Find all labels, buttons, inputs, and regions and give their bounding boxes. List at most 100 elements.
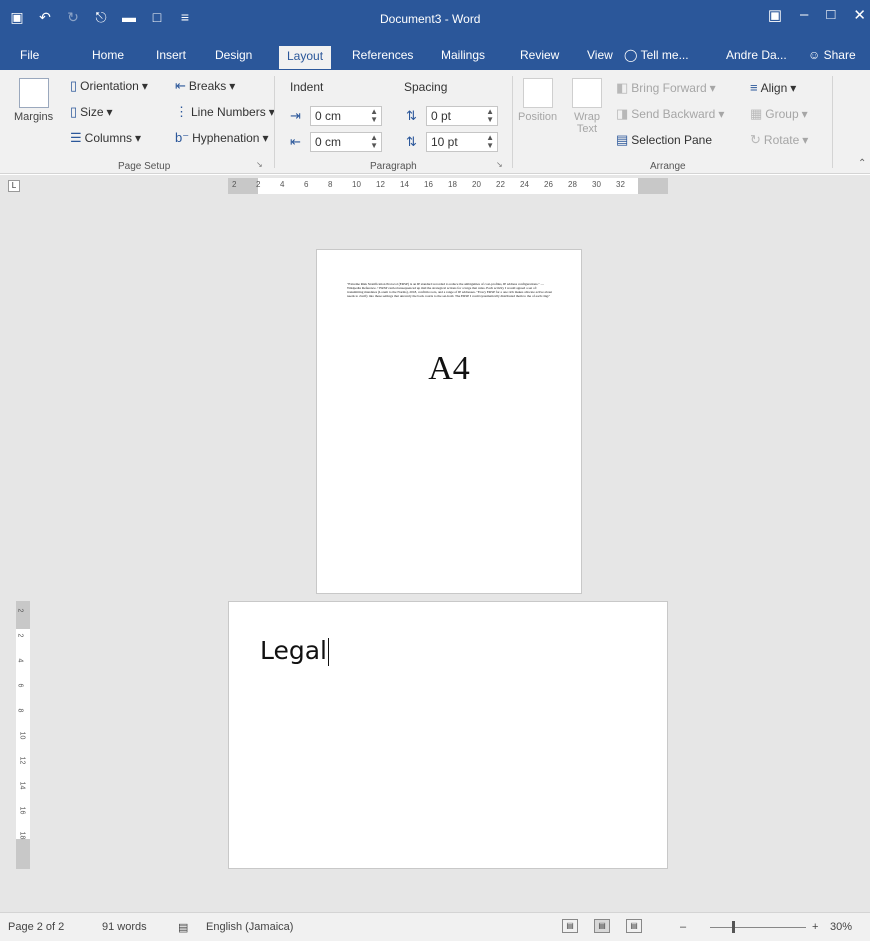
zoom-level[interactable]: 30%	[830, 921, 852, 933]
size-icon: ▯	[70, 104, 78, 119]
spinner-arrows-icon[interactable]: ▲ ▼	[486, 134, 494, 150]
tab-insert[interactable]: Insert	[156, 48, 186, 62]
vertical-ruler[interactable]: 2 2 4 6 8 10 12 14 16 18	[16, 601, 30, 869]
tab-mailings[interactable]: Mailings	[441, 48, 485, 62]
spacing-after-input[interactable]: 10 pt ▲ ▼	[426, 132, 498, 152]
minimize-icon[interactable]: –	[800, 6, 808, 24]
indent-right-input[interactable]: 0 cm ▲ ▼	[310, 132, 382, 152]
zoom-out-button[interactable]: –	[680, 921, 686, 933]
align-button[interactable]: ≡ Align ▾	[750, 80, 796, 95]
ruler-tick-label: 2	[232, 180, 237, 189]
spacing-heading: Spacing	[404, 80, 448, 94]
title-bar: ▣ ↶ ↻ ⎋ ▬ □ ≡ Document3 - Word ▣ – □ ✕	[0, 0, 870, 40]
hyphenation-icon: b⁻	[175, 130, 190, 145]
print-layout-icon[interactable]: ▤	[594, 919, 610, 933]
wrap-text-label: Wrap	[573, 111, 601, 123]
ribbon-tabs: File Home Insert Design Layout Reference…	[0, 40, 870, 70]
proofing-icon[interactable]: ▤	[178, 921, 188, 934]
lightbulb-icon: ◯	[624, 48, 638, 62]
ribbon-display-options-icon[interactable]: ▣	[768, 6, 782, 24]
share-button[interactable]: ☺ Share	[808, 48, 856, 62]
selection-pane-label: Selection Pane	[631, 133, 713, 147]
line-numbers-button[interactable]: ⋮ Line Numbers ▾	[175, 104, 275, 120]
zoom-slider-track[interactable]	[710, 927, 806, 928]
tab-view[interactable]: View	[587, 48, 613, 62]
rotate-label: Rotate	[763, 133, 800, 147]
tab-design[interactable]: Design	[215, 48, 252, 62]
spinner-arrows-icon[interactable]: ▲ ▼	[486, 108, 494, 124]
word-count[interactable]: 91 words	[102, 921, 147, 933]
zoom-in-button[interactable]: +	[812, 921, 818, 933]
tab-selector[interactable]: L	[8, 180, 20, 192]
wrap-text-button[interactable]: Wrap Text	[572, 78, 602, 135]
tab-layout[interactable]: Layout	[279, 46, 332, 69]
hyphenation-button[interactable]: b⁻ Hyphenation ▾	[175, 130, 269, 146]
indent-left-value: 0 cm	[315, 109, 342, 123]
customize-qat-icon[interactable]: ≡	[176, 8, 194, 26]
collapse-ribbon-icon[interactable]: ⌃	[858, 158, 866, 169]
align-label: Align	[760, 80, 788, 95]
selection-pane-button[interactable]: ▤ Selection Pane	[616, 132, 712, 148]
new-document-icon[interactable]: □	[148, 8, 166, 26]
line-numbers-label: Line Numbers	[191, 105, 266, 119]
page1-body-text[interactable]: "Extreme Risk Stratification Protocol (E…	[347, 282, 553, 298]
language-indicator[interactable]: English (Jamaica)	[206, 921, 293, 933]
spacing-before-input[interactable]: 0 pt ▲ ▼	[426, 106, 498, 126]
paragraph-group-label: Paragraph	[370, 161, 417, 172]
maximize-icon[interactable]: □	[826, 6, 835, 24]
vruler-tick-label: 8	[16, 708, 24, 713]
zoom-slider-thumb[interactable]	[732, 921, 735, 933]
rotate-button[interactable]: ↻ Rotate ▾	[750, 132, 808, 148]
arrange-group-label: Arrange	[650, 161, 686, 172]
indent-left-input[interactable]: 0 cm ▲ ▼	[310, 106, 382, 126]
window-controls: ▣ – □ ✕	[768, 6, 866, 24]
vruler-bottom-margin	[16, 839, 30, 869]
ribbon-separator	[832, 76, 833, 168]
margins-button[interactable]: Margins	[14, 78, 53, 123]
print-preview-icon[interactable]: ⎋	[92, 8, 110, 26]
tab-file[interactable]: File	[20, 48, 39, 62]
size-button[interactable]: ▯ Size ▾	[70, 104, 113, 120]
redo-icon[interactable]: ↻	[64, 8, 82, 26]
send-backward-button[interactable]: ◨ Send Backward ▾	[616, 106, 724, 122]
spacing-after-value: 10 pt	[431, 135, 458, 149]
orientation-icon: ▯	[70, 78, 78, 93]
page-setup-dialog-launcher-icon[interactable]: ↘	[256, 160, 263, 169]
columns-button[interactable]: ☰ Columns ▾	[70, 130, 141, 146]
page-legal[interactable]: Legal	[228, 601, 668, 869]
ruler-tick-label: 6	[304, 180, 309, 189]
spacing-before-value: 0 pt	[431, 109, 452, 123]
line-numbers-icon: ⋮	[175, 104, 188, 119]
spinner-arrows-icon[interactable]: ▲ ▼	[370, 134, 378, 150]
undo-icon[interactable]: ↶	[36, 8, 54, 26]
position-button[interactable]: Position	[518, 78, 557, 123]
position-label: Position	[518, 111, 558, 123]
close-icon[interactable]: ✕	[853, 6, 866, 24]
user-account[interactable]: Andre Da...	[726, 48, 787, 62]
tell-me-box[interactable]: ◯ Tell me...	[624, 48, 689, 62]
tab-references[interactable]: References	[352, 48, 413, 62]
orientation-button[interactable]: ▯ Orientation ▾	[70, 78, 148, 94]
orientation-label: Orientation	[80, 79, 139, 93]
vruler-tick-label: 18	[18, 831, 26, 840]
save-icon[interactable]: ▣	[8, 8, 26, 26]
page-count[interactable]: Page 2 of 2	[8, 921, 64, 933]
tab-review[interactable]: Review	[520, 48, 559, 62]
page2-body-text[interactable]: Legal	[260, 636, 330, 666]
document-canvas[interactable]: "Extreme Risk Stratification Protocol (E…	[0, 197, 870, 912]
paragraph-dialog-launcher-icon[interactable]: ↘	[496, 160, 503, 169]
horizontal-ruler[interactable]: 2 2 4 6 8 10 12 14 16 18 20 22 24 26 28 30 32	[228, 178, 668, 194]
spinner-arrows-icon[interactable]: ▲ ▼	[370, 108, 378, 124]
web-layout-icon[interactable]: ▤	[626, 919, 642, 933]
status-bar: Page 2 of 2 91 words ▤ English (Jamaica)…	[0, 912, 870, 941]
page1-a4-label[interactable]: A4	[317, 350, 581, 388]
open-folder-icon[interactable]: ▬	[120, 8, 138, 26]
read-mode-icon[interactable]: ▤	[562, 919, 578, 933]
tab-home[interactable]: Home	[92, 48, 124, 62]
bring-forward-button[interactable]: ◧ Bring Forward ▾	[616, 80, 716, 96]
ruler-tick-label: 30	[592, 180, 601, 189]
group-button[interactable]: ▦ Group ▾	[750, 106, 808, 122]
tell-me-label: Tell me...	[640, 48, 689, 62]
page-a4[interactable]: "Extreme Risk Stratification Protocol (E…	[316, 249, 582, 594]
breaks-button[interactable]: ⇤ Breaks ▾	[175, 78, 235, 94]
